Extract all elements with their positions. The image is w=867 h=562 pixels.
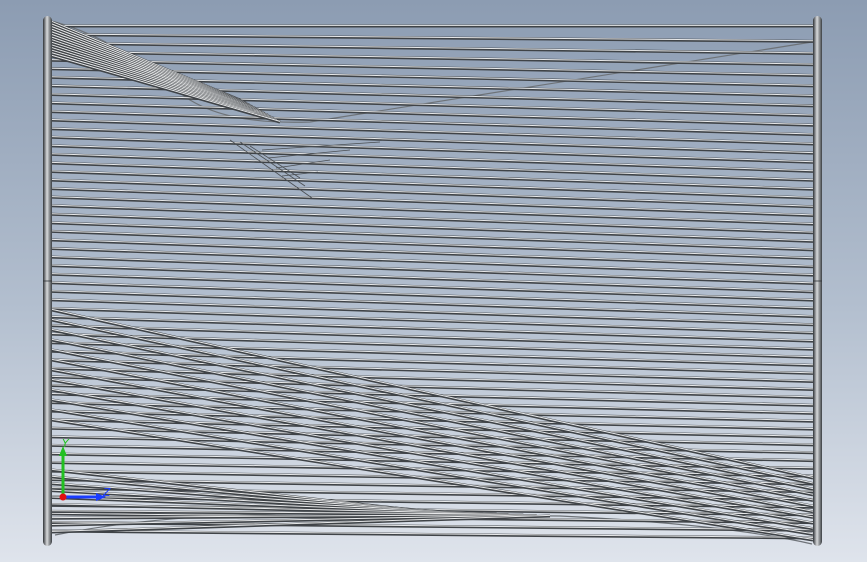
wire-frame-model[interactable]: Y Z xyxy=(0,0,867,562)
rod-bundle xyxy=(51,20,814,542)
rod xyxy=(51,33,814,43)
rod-highlight xyxy=(51,49,274,119)
rod-highlight xyxy=(51,33,814,42)
triad-z-label: Z xyxy=(102,486,111,499)
rod-highlight xyxy=(51,529,814,538)
rod xyxy=(51,529,814,540)
triad-origin xyxy=(59,493,67,501)
rod xyxy=(51,41,814,55)
triad-y-label: Y xyxy=(62,437,70,450)
rod-highlight xyxy=(51,42,814,54)
graphics-viewport[interactable]: Y Z xyxy=(0,0,867,562)
